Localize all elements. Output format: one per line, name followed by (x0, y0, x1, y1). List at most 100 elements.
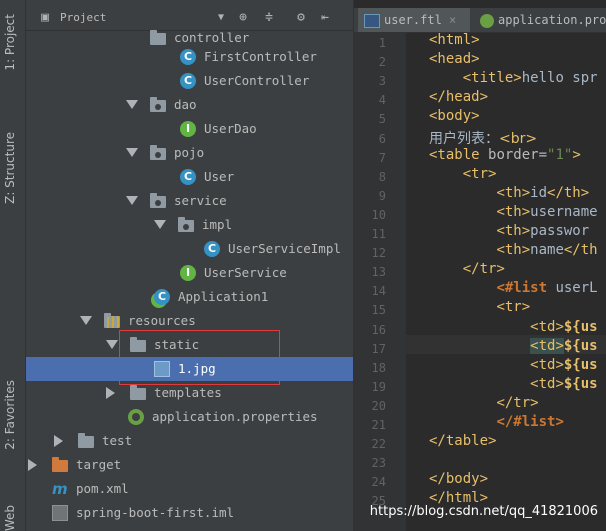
editor-tab-label: user.ftl (384, 13, 442, 27)
excluded-folder-icon (52, 457, 68, 472)
tree-item-label: UserService (204, 265, 287, 280)
line-number: 9 (378, 188, 386, 203)
line-number: 10 (371, 207, 386, 222)
tree-item-label: application.properties (152, 409, 318, 424)
code-line[interactable]: <tr> (429, 166, 497, 182)
structure-tool-tab-label: Z: Structure (3, 132, 17, 204)
expanded-arrow-icon[interactable] (126, 196, 138, 205)
tree-item-label: dao (174, 97, 197, 112)
code-line[interactable]: </#list> (429, 414, 563, 430)
code-line[interactable]: <title>hello spr (429, 70, 598, 86)
tree-item-label: impl (202, 217, 233, 232)
ftl-file-icon (364, 13, 380, 28)
code-line[interactable]: <th>username (429, 204, 597, 220)
tree-item[interactable]: target (26, 453, 353, 477)
tree-item[interactable]: m pom.xml (26, 477, 353, 501)
favorites-tool-tab-label: 2: Favorites (3, 380, 17, 450)
view-dropdown-icon[interactable]: ▼ (214, 11, 228, 25)
tree-item[interactable]: pojo (26, 141, 353, 165)
line-number: 4 (378, 93, 386, 108)
line-number: 8 (378, 169, 386, 184)
code-line[interactable]: <#list userL (429, 280, 597, 296)
tree-item-label: templates (154, 385, 222, 400)
code-line[interactable]: </tr> (429, 261, 505, 277)
expanded-arrow-icon[interactable] (126, 148, 138, 157)
code-line[interactable]: <table border="1"> (429, 147, 581, 163)
line-number: 3 (378, 74, 386, 89)
code-line[interactable]: <th>id</th> (429, 185, 589, 201)
tree-item[interactable]: C UserController (26, 69, 353, 93)
code-line[interactable]: <td>${us (429, 357, 597, 373)
tree-item[interactable]: I UserService (26, 261, 353, 285)
iml-file-icon (52, 505, 68, 521)
tree-item-label: target (76, 457, 122, 472)
collapsed-arrow-icon[interactable] (28, 459, 37, 471)
locate-file-icon[interactable]: ⊕ (236, 11, 250, 25)
tree-item[interactable]: I UserDao (26, 117, 353, 141)
editor-tab[interactable]: application.prop (474, 8, 606, 32)
tree-item-label: pom.xml (76, 481, 129, 496)
tree-item-label: pojo (174, 145, 205, 160)
code-line[interactable]: <head> (429, 51, 480, 67)
code-line[interactable]: <th>passwor (429, 223, 589, 239)
collapsed-arrow-icon[interactable] (54, 435, 63, 447)
tree-item[interactable]: C FirstController (26, 45, 353, 69)
line-number: 16 (371, 322, 386, 337)
line-number: 1 (378, 36, 386, 50)
expanded-arrow-icon[interactable] (106, 340, 118, 349)
expanded-arrow-icon[interactable] (154, 220, 166, 229)
tree-item[interactable]: spring-boot-first.iml (26, 501, 353, 525)
code-line[interactable]: <td>${us (429, 337, 598, 354)
hide-panel-icon[interactable]: ⇤ (318, 11, 332, 25)
folder-icon (78, 433, 94, 448)
collapsed-arrow-icon[interactable] (106, 387, 115, 399)
project-tool-tab[interactable]: 1: Project (0, 14, 26, 114)
tree-item[interactable]: service (26, 189, 353, 213)
expanded-arrow-icon[interactable] (80, 316, 92, 325)
project-view-icon: ▣ (41, 10, 49, 25)
line-number: 7 (378, 150, 386, 165)
collapse-all-icon[interactable]: ≑ (262, 11, 276, 25)
package-icon (178, 217, 194, 232)
code-line[interactable]: <tr> (429, 299, 530, 315)
line-number: 11 (371, 227, 386, 241)
spring-class-icon: C (154, 289, 170, 305)
gear-icon[interactable]: ⚙ (294, 11, 308, 25)
line-number: 20 (371, 398, 386, 413)
tree-item[interactable]: C User (26, 165, 353, 189)
code-line[interactable]: </head> (429, 89, 488, 105)
line-number: 23 (371, 456, 386, 471)
tree-item-label: resources (128, 313, 196, 328)
code-line[interactable]: <html> (429, 32, 480, 48)
code-line[interactable]: <th>name</th (429, 242, 597, 258)
code-line[interactable]: <td>${us (429, 376, 597, 392)
code-line[interactable]: </tr> (429, 395, 538, 411)
web-tool-tab-label: Web (3, 505, 17, 531)
code-line[interactable]: </body> (429, 471, 488, 487)
expanded-arrow-icon[interactable] (126, 100, 138, 109)
resources-folder-icon (104, 313, 120, 328)
web-tool-tab[interactable]: Web (0, 505, 26, 531)
code-line[interactable]: </table> (429, 433, 496, 449)
tree-item-label: UserDao (204, 121, 257, 136)
line-number: 13 (371, 265, 386, 280)
editor-tab[interactable]: user.ftl × (358, 8, 470, 32)
structure-tool-tab[interactable]: Z: Structure (0, 132, 26, 244)
class-icon: C (204, 241, 220, 257)
tree-item[interactable]: C UserServiceImpl (26, 237, 353, 261)
close-tab-icon[interactable]: × (442, 13, 456, 27)
code-line[interactable]: 用户列表：<br> (429, 128, 537, 148)
editor-tabs: user.ftl × application.prop (354, 8, 606, 33)
code-line[interactable]: <td>${us (429, 319, 597, 335)
project-tool-tab-label: 1: Project (3, 14, 17, 71)
favorites-tool-tab[interactable]: 2: Favorites (0, 380, 26, 488)
folder-icon (130, 385, 146, 400)
tree-item[interactable]: dao (26, 93, 353, 117)
tree-item[interactable]: test (26, 429, 353, 453)
code-line[interactable]: <body> (429, 108, 480, 124)
line-number: 19 (371, 379, 386, 394)
tree-item[interactable]: application.properties (26, 405, 353, 429)
line-number: 24 (371, 475, 386, 490)
tree-item[interactable]: impl (26, 213, 353, 237)
tree-item[interactable]: C Application1 (26, 285, 353, 309)
